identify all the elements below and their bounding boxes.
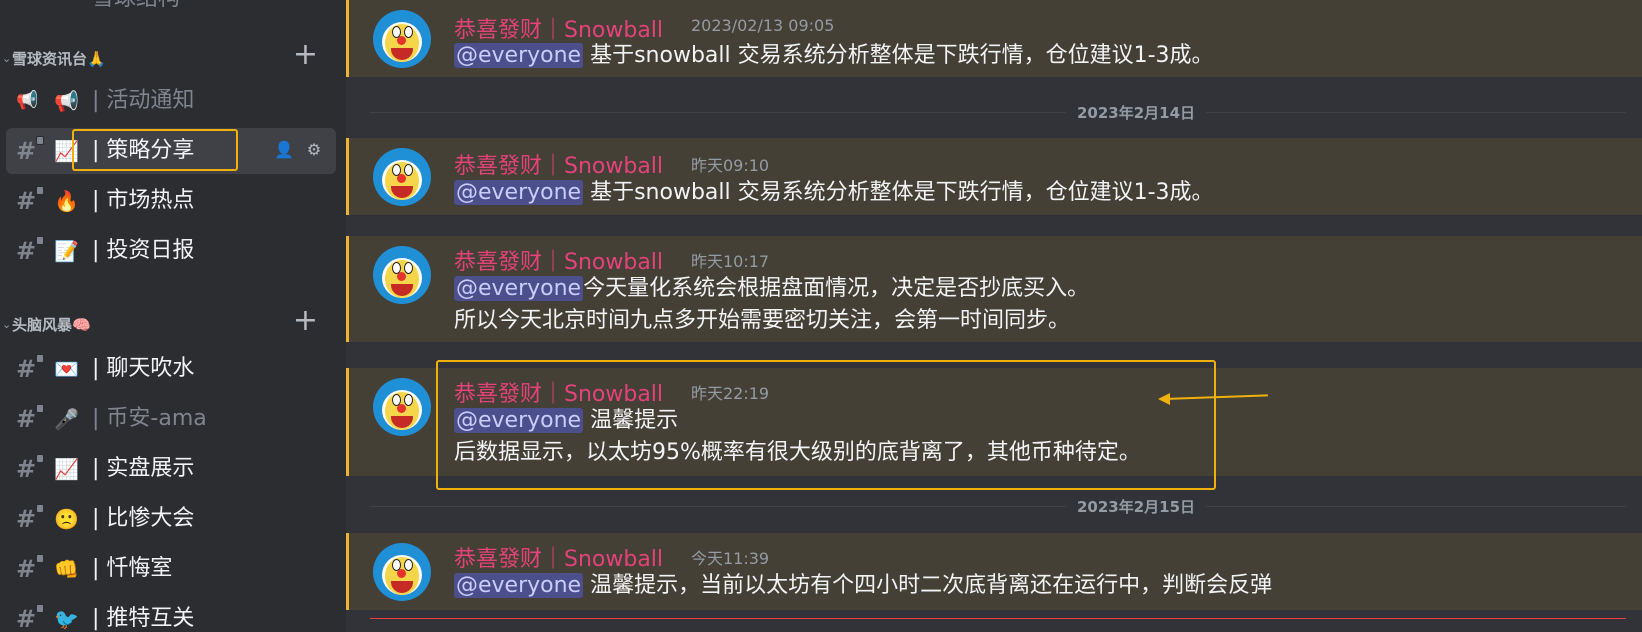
message-timestamp: 昨天10:17 [691,252,770,271]
hash-icon: # [16,454,44,482]
avatar[interactable] [373,543,431,601]
mention-everyone[interactable]: @everyone [454,43,584,68]
channel-item-live[interactable]: # 📈 | 实盘展示 [6,446,336,492]
channel-emoji: 📝 [54,239,79,263]
highlight-box [72,129,238,171]
category-name: 雪球资讯台🙏 [12,50,106,68]
channel-item-confess[interactable]: # 👊 | 忏悔室 [6,546,336,592]
date-divider-label: 2023年2月14日 [1066,102,1206,123]
message-author[interactable]: 恭喜發财｜Snowball [454,244,663,276]
message-line: @everyone今天量化系统会根据盘面情况，决定是否抄底买入。 [454,274,1089,304]
channel-sidebar: 雪球结构 ⌄ 雪球资讯台🙏 + 📢 📢 | 活动通知 # 📈 | 策略分享 👤 … [0,0,346,632]
mention-everyone[interactable]: @everyone [454,573,584,598]
message-text: 基于snowball 交易系统分析整体是下跌行情，仓位建议1-3成。 [590,43,1214,68]
channel-emoji: 👊 [54,557,79,581]
channel-item-chat[interactable]: # 💌 | 聊天吹水 [6,346,336,392]
category-name: 头脑风暴🧠 [12,316,91,334]
megaphone-icon: 📢 [16,90,39,111]
channel-name: 雪球结构 [92,0,180,14]
message-author[interactable]: 恭喜發财｜Snowball [454,148,663,180]
message-author[interactable]: 恭喜發财｜Snowball [454,541,663,573]
hash-icon: # [16,186,44,214]
category-header[interactable]: ⌄ 头脑风暴🧠 + [0,306,340,338]
hash-icon: # [16,554,44,582]
arrow-head-icon [1158,393,1170,405]
channel-emoji: 🙁 [54,507,79,531]
channel-name: | 活动通知 [92,88,195,113]
message: 恭喜發财｜Snowball 2023/02/13 09:05 @everyone… [346,0,1642,77]
date-divider [370,506,1626,507]
hash-icon: # [16,236,44,264]
date-divider [370,112,1626,113]
channel-emoji: 🎤 [54,407,79,431]
channel-name: | 比惨大会 [92,506,195,531]
hash-icon: # [16,404,44,432]
channel-item-daily[interactable]: # 📝 | 投资日报 [6,228,336,274]
message-text: 温馨提示，当前以太坊有个四小时二次底背离还在运行中，判断会反弹 [590,573,1273,598]
add-channel-button[interactable]: + [293,306,318,336]
channel-name: | 忏悔室 [92,556,173,581]
channel-item-announce[interactable]: 📢 📢 | 活动通知 [6,78,336,124]
message-list: 恭喜發财｜Snowball 2023/02/13 09:05 @everyone… [346,0,1642,632]
mention-everyone[interactable]: @everyone [454,276,584,301]
channel-name: | 市场热点 [92,188,195,213]
channel-name: | 币安-ama [92,406,207,431]
channel-emoji: 🐦 [54,607,79,631]
channel-emoji: 📈 [54,457,79,481]
hash-icon: # [16,354,44,382]
avatar[interactable] [373,246,431,304]
new-messages-divider [370,618,1626,619]
message-timestamp: 昨天09:10 [691,156,770,175]
channel-name: | 聊天吹水 [92,356,195,381]
channel-emoji: 🔥 [54,189,79,213]
channel-item-partial[interactable]: 雪球结构 [6,0,336,22]
highlight-box [436,360,1216,490]
channel-emoji: 💌 [54,357,79,381]
avatar[interactable] [373,10,431,68]
message-timestamp: 今天11:39 [691,549,770,568]
channel-item-hot[interactable]: # 🔥 | 市场热点 [6,178,336,224]
message: 恭喜發财｜Snowball 昨天09:10 @everyone 基于snowba… [346,138,1642,215]
message-line: @everyone 基于snowball 交易系统分析整体是下跌行情，仓位建议1… [454,178,1214,208]
avatar[interactable] [373,378,431,436]
channel-name: | 实盘展示 [92,456,195,481]
add-channel-button[interactable]: + [293,40,318,70]
chevron-down-icon: ⌄ [2,52,12,65]
channel-name: | 推特互关 [92,606,195,631]
message: 恭喜發财｜Snowball 昨天10:17 @everyone今天量化系统会根据… [346,236,1642,342]
category-header[interactable]: ⌄ 雪球资讯台🙏 + [0,40,340,72]
date-divider-label: 2023年2月15日 [1066,496,1206,517]
chevron-down-icon: ⌄ [2,318,12,331]
avatar[interactable] [373,148,431,206]
channel-emoji: 📢 [54,89,79,113]
message-author[interactable]: 恭喜發财｜Snowball [454,12,663,44]
message: 恭喜發财｜Snowball 今天11:39 @everyone 温馨提示，当前以… [346,533,1642,610]
message-text: 今天量化系统会根据盘面情况，决定是否抄底买入。 [583,276,1090,301]
channel-item-misery[interactable]: # 🙁 | 比惨大会 [6,496,336,542]
channel-item-ama[interactable]: # 🎤 | 币安-ama [6,396,336,442]
message-line: @everyone 基于snowball 交易系统分析整体是下跌行情，仓位建议1… [454,41,1214,71]
message-timestamp: 2023/02/13 09:05 [691,16,835,35]
message-text: 基于snowball 交易系统分析整体是下跌行情，仓位建议1-3成。 [590,180,1214,205]
hash-icon: # [16,504,44,532]
message-text: 所以今天北京时间九点多开始需要密切关注，会第一时间同步。 [454,308,1071,333]
message-line: @everyone 温馨提示，当前以太坊有个四小时二次底背离还在运行中，判断会反… [454,571,1272,601]
hash-icon: # [16,604,44,632]
mention-everyone[interactable]: @everyone [454,180,584,205]
hash-icon: # [16,136,44,164]
channel-name: | 投资日报 [92,238,195,263]
invite-member-icon[interactable]: 👤 [274,140,294,160]
message-line: 所以今天北京时间九点多开始需要密切关注，会第一时间同步。 [454,306,1070,336]
channel-item-twitter[interactable]: # 🐦 | 推特互关 [6,596,336,632]
gear-icon[interactable]: ⚙ [304,140,324,160]
